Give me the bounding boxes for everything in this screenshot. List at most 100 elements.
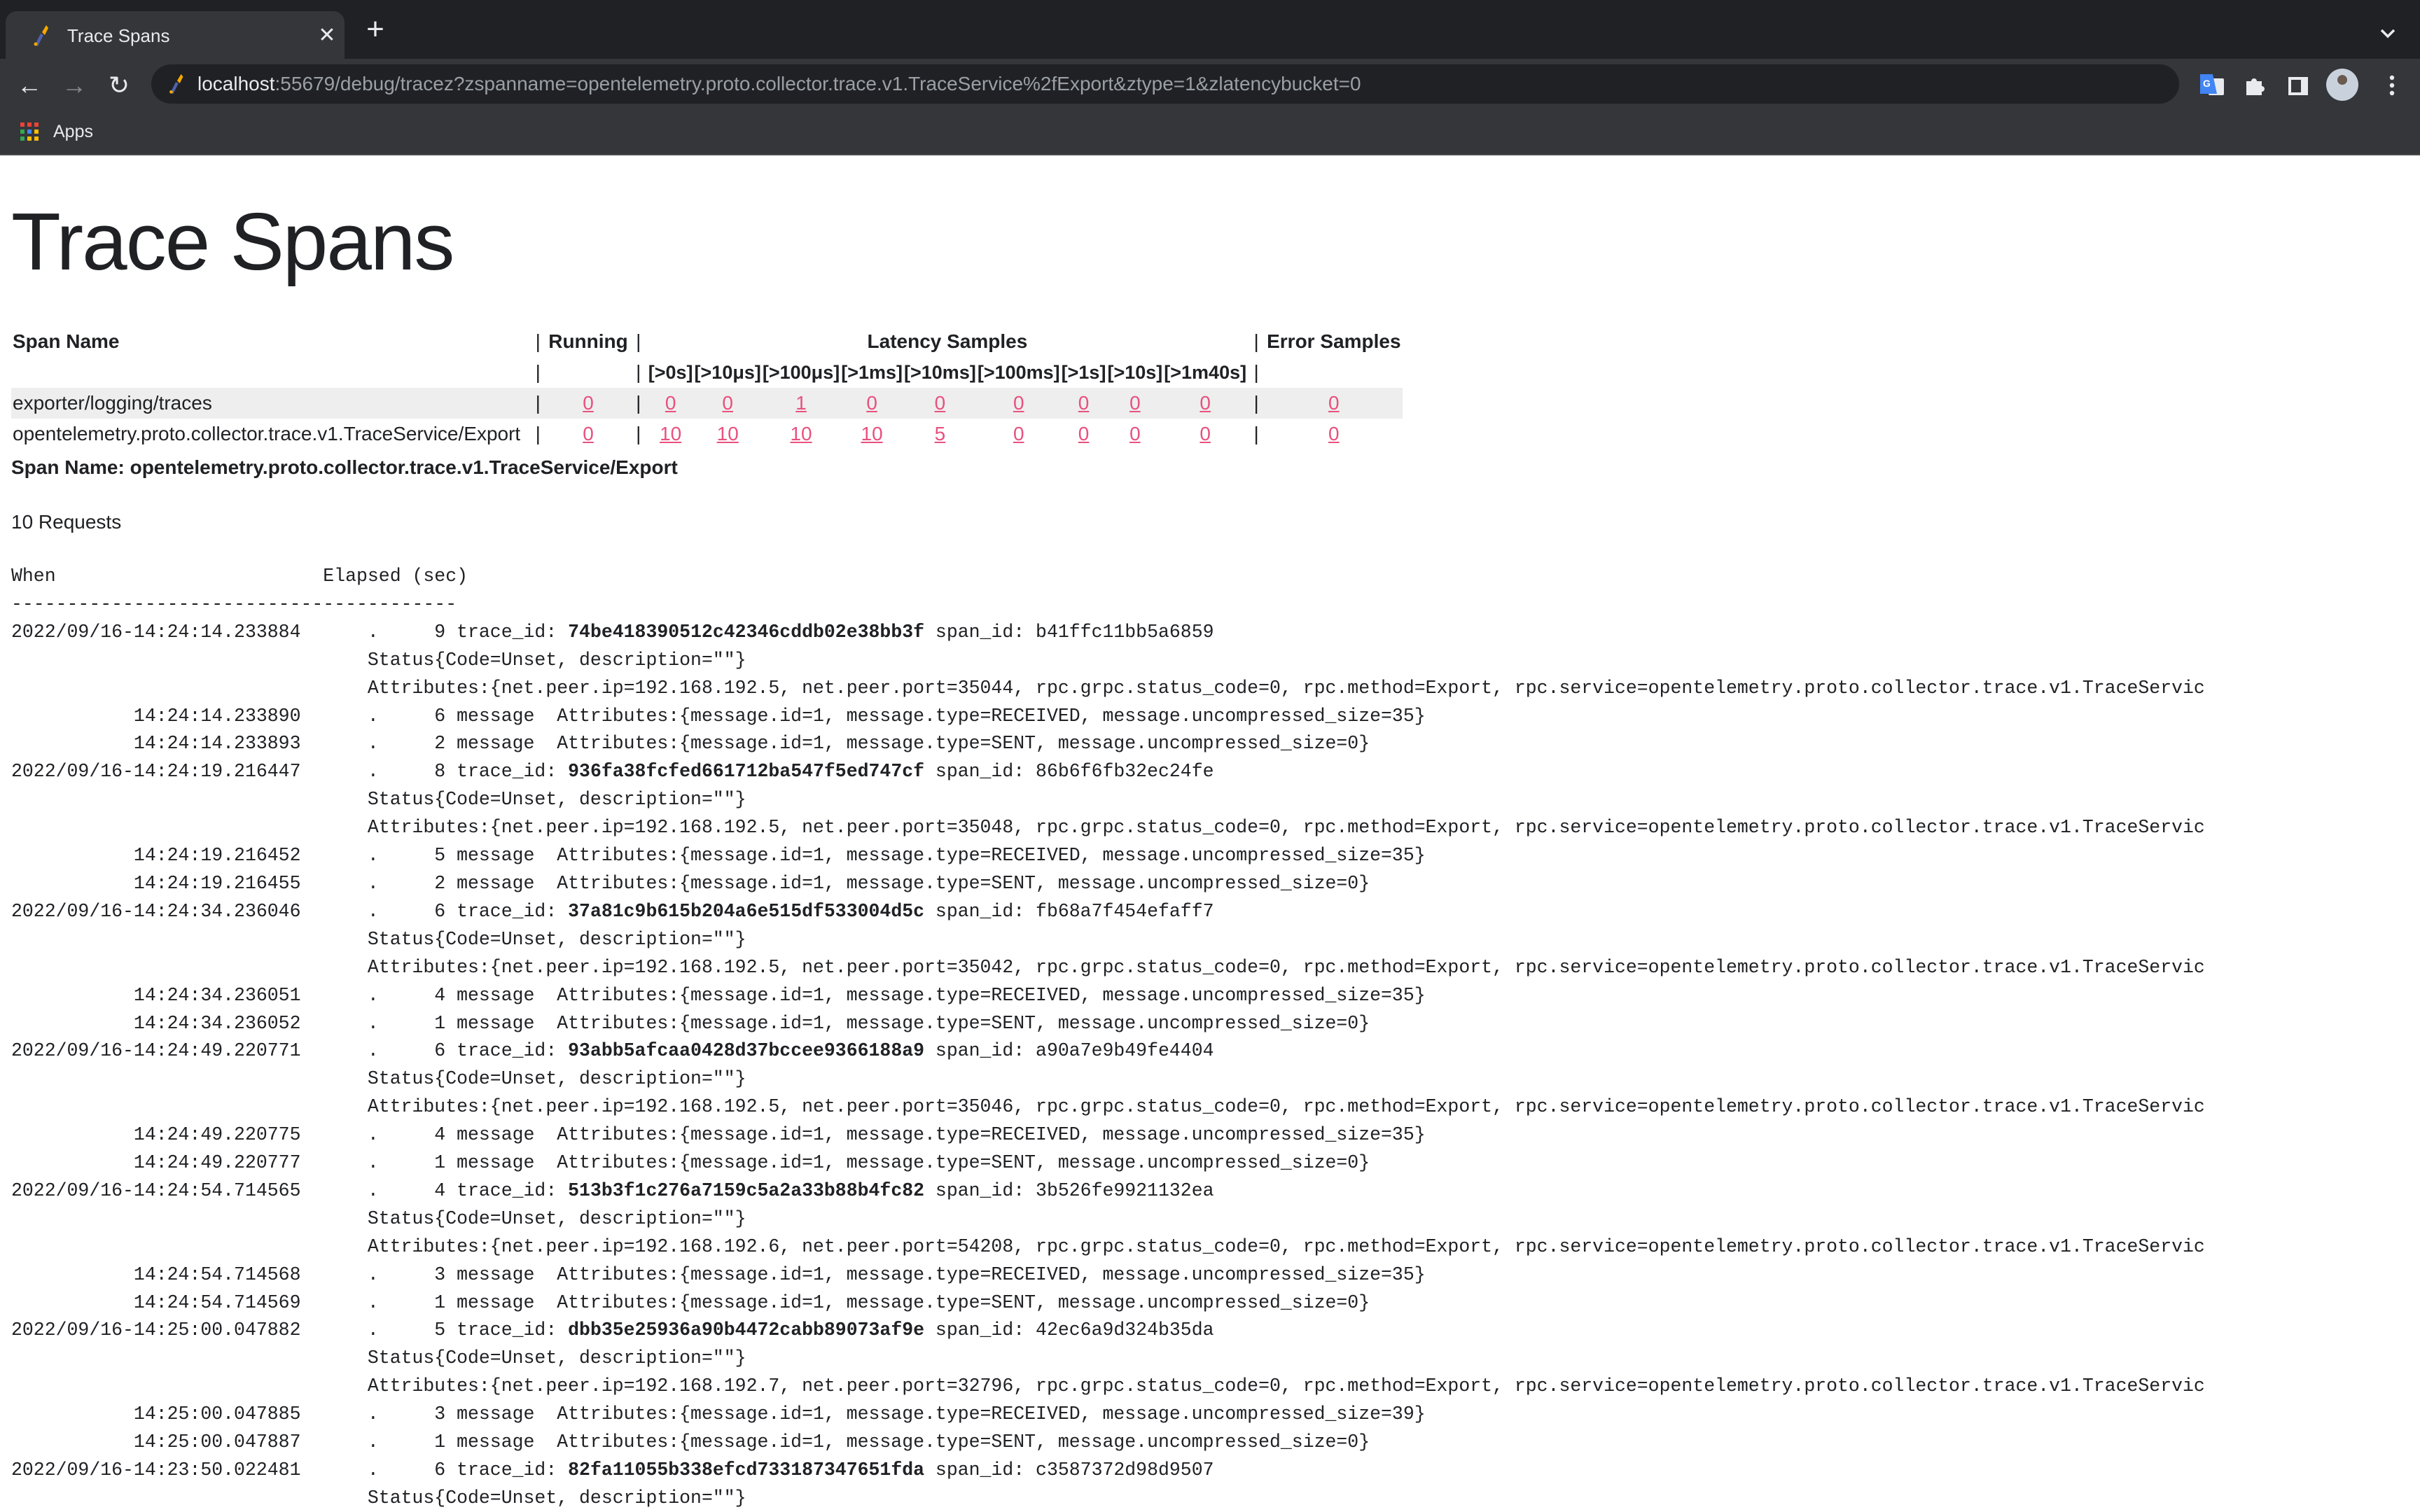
bucket-header: [>1s] bbox=[1061, 361, 1106, 383]
translate-icon[interactable]: G bbox=[2199, 71, 2227, 99]
bookmarks-bar: Apps bbox=[0, 112, 2420, 155]
latency-count-link[interactable]: 0 bbox=[866, 392, 877, 414]
latency-count-cell: 0 bbox=[693, 388, 762, 419]
chevron-down-icon[interactable] bbox=[2374, 20, 2402, 48]
event-line: 14:24:54.714568 . 3 message Attributes:{… bbox=[11, 1264, 1426, 1285]
trace-id: 513b3f1c276a7159c5a2a33b88b4fc82 bbox=[568, 1180, 925, 1201]
latency-count-link[interactable]: 0 bbox=[1129, 392, 1141, 414]
event-line: 14:24:49.220775 . 4 message Attributes:{… bbox=[11, 1124, 1426, 1146]
latency-count-link[interactable]: 1 bbox=[795, 392, 807, 414]
latency-count-cell: 0 bbox=[903, 388, 977, 419]
bucket-header: [>10μs] bbox=[694, 361, 761, 383]
latency-count-cell: 0 bbox=[976, 388, 1061, 419]
status-line: Status{Code=Unset, description=""} bbox=[11, 1348, 746, 1369]
column-separator: | bbox=[636, 330, 641, 352]
latency-count-link[interactable]: 0 bbox=[1078, 423, 1090, 444]
span-row: opentelemetry.proto.collector.trace.v1.T… bbox=[11, 419, 1403, 449]
column-separator: | bbox=[636, 361, 641, 383]
browser-toolbar: ← → ↻ localhost:55679/debug/tracez?zspan… bbox=[0, 59, 2420, 112]
column-separator: | bbox=[535, 423, 541, 444]
span-summary-table: Span Name | Running | Latency Samples | … bbox=[11, 326, 1403, 449]
more-menu-icon[interactable] bbox=[2378, 71, 2406, 99]
latency-count-link[interactable]: 0 bbox=[1199, 392, 1211, 414]
latency-count-link[interactable]: 0 bbox=[1199, 423, 1211, 444]
reload-icon[interactable]: ↻ bbox=[105, 71, 133, 99]
latency-count-link[interactable]: 10 bbox=[717, 423, 739, 444]
page-title: Trace Spans bbox=[11, 196, 454, 287]
selected-span-heading: Span Name: opentelemetry.proto.collector… bbox=[11, 456, 678, 478]
latency-count-cell: 0 bbox=[1060, 388, 1107, 419]
latency-count-link[interactable]: 10 bbox=[861, 423, 883, 444]
latency-count-link[interactable]: 0 bbox=[722, 392, 733, 414]
back-arrow-icon[interactable]: ← bbox=[15, 71, 43, 99]
url-path: :55679/debug/tracez?zspanname=openteleme… bbox=[274, 73, 1361, 94]
latency-count-cell: 0 bbox=[1163, 388, 1248, 419]
log-header: When Elapsed (sec) bbox=[11, 566, 468, 587]
latency-count-cell: 0 bbox=[1163, 419, 1247, 449]
event-line: 14:24:34.236052 . 1 message Attributes:{… bbox=[11, 1012, 1370, 1034]
request-line: 2022/09/16-14:24:49.220771 . 6 trace_id:… bbox=[11, 1040, 1214, 1062]
attributes-line: Attributes:{net.peer.ip=192.168.192.6, n… bbox=[11, 1236, 2205, 1257]
extensions-icon[interactable] bbox=[2241, 71, 2269, 99]
header-row-buckets: | | [>0s] [>10μs] [>100μs] [>1ms] [>10ms] [>1… bbox=[11, 357, 1403, 388]
empty-cell bbox=[1265, 357, 1402, 388]
latency-count-cell: 0 bbox=[647, 388, 694, 419]
event-line: 14:24:34.236051 . 4 message Attributes:{… bbox=[11, 984, 1426, 1006]
attributes-line: Attributes:{net.peer.ip=192.168.192.5, n… bbox=[11, 1096, 2205, 1118]
avatar[interactable] bbox=[2326, 69, 2358, 101]
request-line: 2022/09/16-14:24:54.714565 . 4 trace_id:… bbox=[11, 1180, 1214, 1201]
apps-bookmark[interactable]: Apps bbox=[53, 112, 93, 151]
tab-trace-spans[interactable]: Trace Spans ✕ bbox=[6, 11, 345, 59]
plus-icon[interactable]: + bbox=[361, 14, 389, 45]
latency-count-link[interactable]: 10 bbox=[660, 423, 681, 444]
header-error-samples: Error Samples bbox=[1267, 330, 1401, 352]
column-separator: | bbox=[529, 388, 548, 419]
opentelemetry-favicon-icon bbox=[34, 25, 48, 46]
column-separator: | bbox=[636, 423, 641, 444]
trace-id: 82fa11055b338efcd733187347651fda bbox=[568, 1460, 925, 1480]
event-line: 14:25:00.047885 . 3 message Attributes:{… bbox=[11, 1404, 1426, 1425]
event-line: 14:24:14.233890 . 6 message Attributes:{… bbox=[11, 705, 1426, 727]
event-line: 14:24:54.714569 . 1 message Attributes:{… bbox=[11, 1292, 1370, 1313]
latency-count-cell: 10 bbox=[840, 419, 903, 449]
request-line: 2022/09/16-14:25:00.047882 . 5 trace_id:… bbox=[11, 1320, 1214, 1341]
request-line: 2022/09/16-14:24:34.236046 . 6 trace_id:… bbox=[11, 900, 1214, 922]
running-count-link[interactable]: 0 bbox=[583, 423, 594, 444]
latency-count-cell: 5 bbox=[903, 419, 977, 449]
latency-count-link[interactable]: 0 bbox=[1013, 423, 1024, 444]
request-count: 10 Requests bbox=[11, 511, 122, 533]
bucket-header: [>1ms] bbox=[841, 361, 903, 383]
column-separator: | bbox=[1253, 330, 1259, 352]
running-count-cell: 0 bbox=[547, 419, 630, 449]
close-icon[interactable]: ✕ bbox=[315, 24, 339, 48]
tab-strip: Trace Spans ✕ + bbox=[0, 0, 2420, 59]
latency-count-link[interactable]: 0 bbox=[1078, 392, 1090, 414]
trace-id: 936fa38fcfed661712ba547f5ed747cf bbox=[568, 761, 925, 783]
latency-count-cell: 1 bbox=[761, 388, 841, 419]
side-panel-icon[interactable] bbox=[2284, 71, 2312, 99]
span-row: exporter/logging/traces | 0 | 0 0 1 0 0 0 0 0 0 | 0 bbox=[11, 388, 1403, 419]
event-line: 14:24:14.233893 . 2 message Attributes:{… bbox=[11, 733, 1370, 755]
latency-count-link[interactable]: 10 bbox=[790, 423, 812, 444]
header-latency-samples: Latency Samples bbox=[867, 330, 1028, 352]
latency-count-link[interactable]: 0 bbox=[1129, 423, 1141, 444]
header-span-name: Span Name bbox=[13, 330, 120, 352]
latency-count-link[interactable]: 0 bbox=[1013, 392, 1024, 414]
status-line: Status{Code=Unset, description=""} bbox=[11, 1208, 746, 1229]
status-line: Status{Code=Unset, description=""} bbox=[11, 1487, 746, 1508]
running-count-link[interactable]: 0 bbox=[583, 392, 594, 414]
latency-count-cell: 10 bbox=[648, 419, 694, 449]
latency-count-link[interactable]: 0 bbox=[665, 392, 676, 414]
apps-grid-icon[interactable] bbox=[20, 122, 39, 141]
header-running: Running bbox=[548, 330, 628, 352]
latency-count-link[interactable]: 0 bbox=[935, 392, 946, 414]
latency-count-cell: 10 bbox=[694, 419, 762, 449]
header-row-1: Span Name | Running | Latency Samples | … bbox=[11, 326, 1403, 357]
url-text[interactable]: localhost:55679/debug/tracez?zspanname=o… bbox=[197, 64, 1361, 104]
forward-arrow-icon[interactable]: → bbox=[60, 71, 88, 99]
error-count-link[interactable]: 0 bbox=[1328, 392, 1340, 414]
error-count-link[interactable]: 0 bbox=[1328, 423, 1340, 444]
request-line: 2022/09/16-14:24:14.233884 . 9 trace_id:… bbox=[11, 621, 1214, 643]
address-bar[interactable]: localhost:55679/debug/tracez?zspanname=o… bbox=[151, 64, 2179, 104]
latency-count-link[interactable]: 5 bbox=[935, 423, 946, 444]
